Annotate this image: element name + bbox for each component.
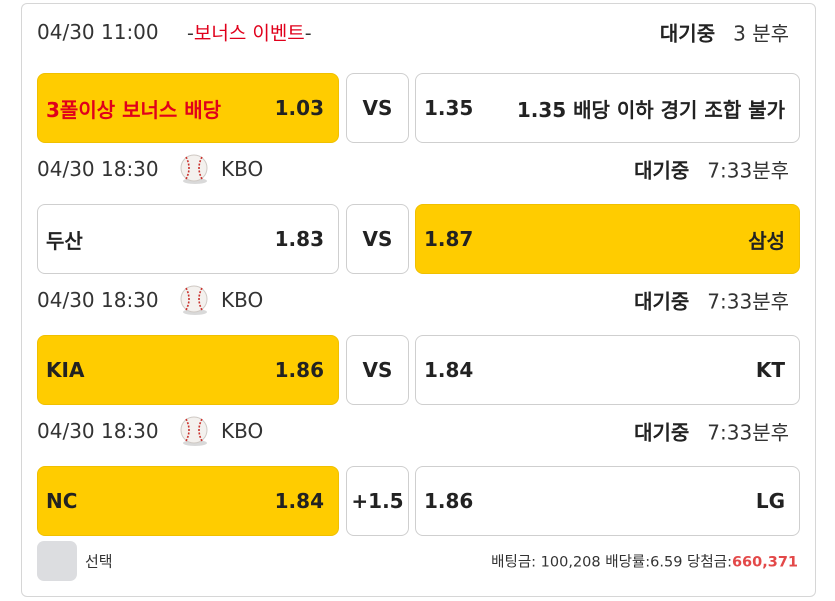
bet-summary: 배팅금: 100,208 배당률:6.59 당첨금:660,371 bbox=[491, 551, 798, 572]
baseball-icon bbox=[180, 416, 208, 446]
away-team-name: LG bbox=[755, 489, 785, 513]
league-name: KBO bbox=[221, 288, 264, 312]
middle-label: VS bbox=[362, 227, 393, 251]
odds-rate: 6.59 bbox=[650, 554, 683, 571]
away-team-name: 1.35 배당 이하 경기 조합 불가 bbox=[516, 97, 785, 122]
game-header: 04/30 11:00 -보너스 이벤트- 대기중 3 분후 bbox=[37, 14, 789, 50]
time-left: 7:33분후 bbox=[707, 158, 789, 183]
league: KBO bbox=[177, 283, 263, 317]
away-odds: 1.84 bbox=[424, 358, 474, 382]
game-datetime: 04/30 18:30 bbox=[37, 288, 159, 312]
league-name: KBO bbox=[221, 157, 264, 181]
game-datetime: 04/30 11:00 bbox=[37, 20, 159, 44]
away-team-name: KT bbox=[755, 358, 785, 382]
away-pick-button[interactable]: 1.84 KT bbox=[415, 335, 800, 405]
game-header: 04/30 18:30 KBO 대기중 7:33분후 bbox=[37, 413, 789, 449]
away-pick-button[interactable]: 1.35 1.35 배당 이하 경기 조합 불가 bbox=[415, 73, 800, 143]
vs-handicap-button[interactable]: VS bbox=[346, 204, 409, 274]
away-odds: 1.35 bbox=[424, 96, 474, 120]
select-label: 선택 bbox=[85, 552, 113, 571]
home-pick-button[interactable]: KIA 1.86 bbox=[37, 335, 339, 405]
status-label: 대기중 bbox=[634, 289, 690, 314]
win-amount: 660,371 bbox=[731, 554, 798, 571]
game-row: 두산 1.83 VS 1.87 삼성 bbox=[37, 204, 800, 274]
away-odds: 1.87 bbox=[424, 227, 474, 251]
home-pick-button[interactable]: 3폴이상 보너스 배당 1.03 bbox=[37, 73, 339, 143]
event-name: 보너스 이벤트 bbox=[193, 22, 305, 45]
home-odds: 1.03 bbox=[274, 96, 324, 120]
game-header: 04/30 18:30 KBO 대기중 7:33분후 bbox=[37, 282, 789, 318]
league: KBO bbox=[177, 152, 263, 186]
game-row: NC 1.84 +1.5 1.86 LG bbox=[37, 466, 800, 536]
status-label: 대기중 bbox=[659, 21, 716, 46]
vs-handicap-button[interactable]: +1.5 bbox=[346, 466, 409, 536]
home-team-name: 두산 bbox=[46, 228, 83, 253]
home-odds: 1.83 bbox=[274, 227, 324, 251]
event-prefix: - bbox=[187, 22, 194, 45]
away-pick-button[interactable]: 1.86 LG bbox=[415, 466, 800, 536]
home-odds: 1.84 bbox=[274, 489, 324, 513]
home-team-name: KIA bbox=[46, 358, 85, 382]
slip-footer: 선택 배팅금: 100,208 배당률:6.59 당첨금:660,371 bbox=[37, 541, 798, 581]
game-header: 04/30 18:30 KBO 대기중 7:33분후 bbox=[37, 151, 789, 187]
league: KBO bbox=[177, 414, 263, 448]
vs-handicap-button[interactable]: VS bbox=[346, 335, 409, 405]
away-team-name: 삼성 bbox=[748, 228, 785, 253]
away-odds: 1.86 bbox=[424, 489, 474, 513]
middle-label: VS bbox=[362, 96, 393, 120]
baseball-icon bbox=[180, 285, 208, 315]
away-pick-button[interactable]: 1.87 삼성 bbox=[415, 204, 800, 274]
game-row: 3폴이상 보너스 배당 1.03 VS 1.35 1.35 배당 이하 경기 조… bbox=[37, 73, 800, 143]
status-label: 대기중 bbox=[634, 158, 690, 183]
game-row: KIA 1.86 VS 1.84 KT bbox=[37, 335, 800, 405]
game-status: 대기중 7:33분후 bbox=[634, 286, 789, 315]
time-left: 3 분후 bbox=[733, 21, 789, 46]
game-status: 대기중 7:33분후 bbox=[634, 417, 789, 446]
baseball-icon bbox=[180, 154, 208, 184]
home-odds: 1.86 bbox=[274, 358, 324, 382]
home-team-name: NC bbox=[46, 489, 78, 513]
league-name: KBO bbox=[221, 419, 264, 443]
middle-label: VS bbox=[362, 358, 393, 382]
game-status: 대기중 7:33분후 bbox=[634, 155, 789, 184]
status-label: 대기중 bbox=[634, 420, 690, 445]
home-team-name: 3폴이상 보너스 배당 bbox=[46, 97, 222, 122]
bet-amount: 100,208 bbox=[540, 554, 601, 571]
win-amount-label: 당첨금: bbox=[687, 554, 732, 571]
home-pick-button[interactable]: NC 1.84 bbox=[37, 466, 339, 536]
event-suffix: - bbox=[304, 22, 312, 45]
bet-amount-label: 배팅금: bbox=[491, 554, 537, 571]
home-pick-button[interactable]: 두산 1.83 bbox=[37, 204, 339, 274]
game-status: 대기중 3 분후 bbox=[660, 18, 789, 47]
odds-rate-label: 배당률: bbox=[605, 554, 651, 571]
game-datetime: 04/30 18:30 bbox=[37, 419, 159, 443]
event-title: -보너스 이벤트- bbox=[187, 19, 312, 46]
game-datetime: 04/30 18:30 bbox=[37, 157, 159, 181]
time-left: 7:33분후 bbox=[707, 420, 789, 445]
vs-handicap-button[interactable]: VS bbox=[346, 73, 409, 143]
middle-label: +1.5 bbox=[351, 489, 404, 513]
time-left: 7:33분후 bbox=[707, 289, 789, 314]
select-checkbox[interactable] bbox=[37, 541, 77, 581]
